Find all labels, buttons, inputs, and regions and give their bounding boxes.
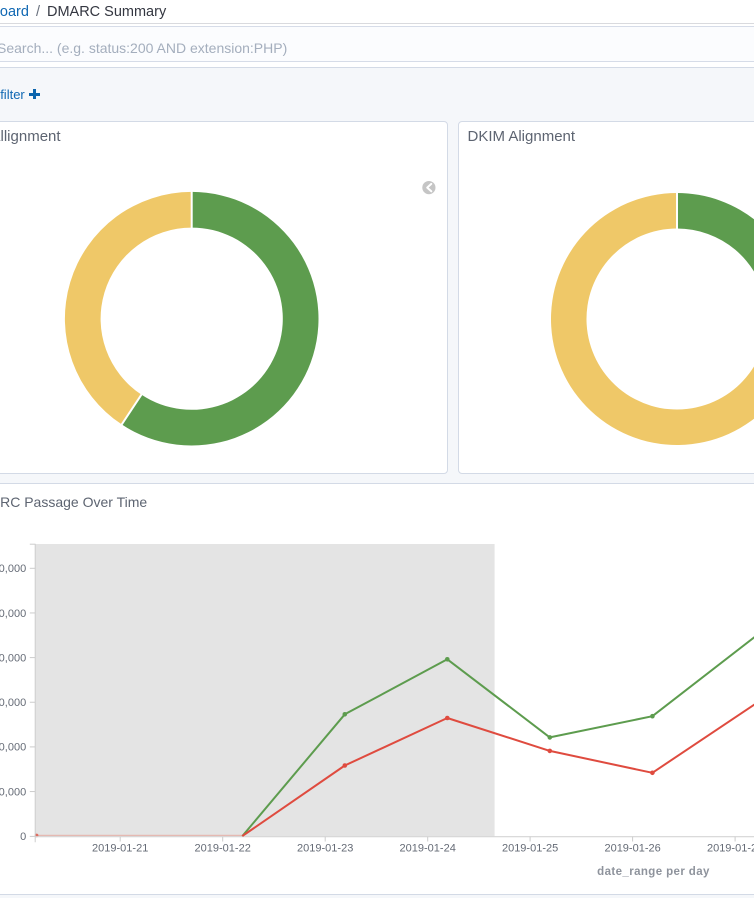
svg-text:80,000: 80,000 bbox=[0, 652, 26, 664]
svg-text:2019-01-23: 2019-01-23 bbox=[297, 843, 353, 855]
svg-text:2019-01-26: 2019-01-26 bbox=[604, 843, 660, 855]
svg-text:2019-01-22: 2019-01-22 bbox=[195, 843, 251, 855]
svg-text:100,000: 100,000 bbox=[0, 608, 26, 620]
svg-text:2019-01-25: 2019-01-25 bbox=[502, 843, 558, 855]
svg-text:2019-01-24: 2019-01-24 bbox=[400, 843, 456, 855]
svg-text:2019-01-27: 2019-01-27 bbox=[707, 843, 754, 855]
svg-text:20,000: 20,000 bbox=[0, 786, 26, 798]
svg-text:60,000: 60,000 bbox=[0, 697, 26, 709]
svg-text:40,000: 40,000 bbox=[0, 742, 26, 754]
svg-text:2019-01-21: 2019-01-21 bbox=[92, 843, 148, 855]
svg-text:120,000: 120,000 bbox=[0, 563, 26, 575]
svg-text:0: 0 bbox=[20, 831, 26, 843]
